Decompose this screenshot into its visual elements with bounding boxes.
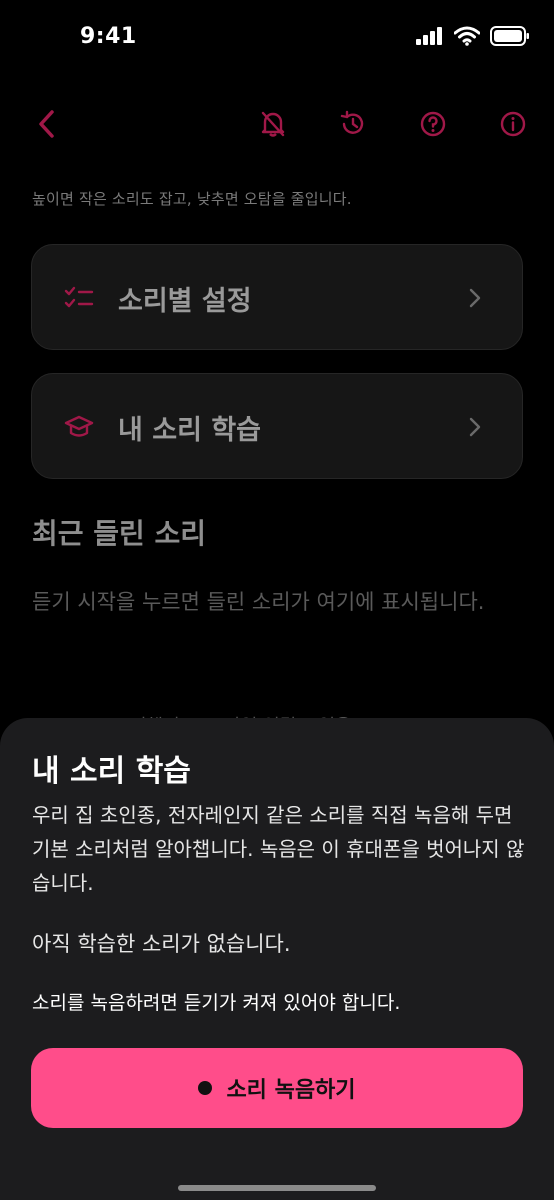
sound-settings-card[interactable]: 소리별 설정 [31,244,523,350]
cellular-signal-icon [416,27,442,45]
my-sound-training-card[interactable]: 내 소리 학습 [31,373,523,479]
checklist-icon [64,286,94,308]
chevron-right-icon [469,417,481,437]
card-label: 내 소리 학습 [118,415,261,446]
status-icons [416,26,530,46]
sheet-title: 내 소리 학습 [32,754,191,789]
status-time: 9:41 [80,24,137,49]
listening-required-notice: 소리를 녹음하려면 듣기가 켜져 있어야 합니다. [32,992,401,1014]
top-nav [0,102,554,146]
help-button[interactable] [411,102,455,146]
sheet-description: 우리 집 초인종, 전자레인지 같은 소리를 직접 녹음해 두면 기본 소리처럼… [32,803,525,895]
recent-sounds-empty: 듣기 시작을 누르면 들린 소리가 여기에 표시됩니다. [32,590,485,614]
record-dot-icon [198,1081,213,1095]
wifi-icon [454,26,480,46]
record-sound-button[interactable]: 소리 녹음하기 [31,1048,523,1128]
info-button[interactable] [491,102,535,146]
home-indicator[interactable] [178,1185,376,1191]
graduation-cap-icon [64,415,94,437]
recent-sounds-title: 최근 들린 소리 [32,517,207,550]
history-button[interactable] [331,102,375,146]
sensitivity-hint: 높이면 작은 소리도 잡고, 낮추면 오탐을 줄입니다. [32,190,352,208]
chevron-left-icon [39,110,54,138]
bell-off-icon [261,111,285,137]
history-icon [340,110,364,134]
info-icon [500,111,526,137]
mute-alerts-button[interactable] [251,102,295,146]
bottom-sheet: 내 소리 학습 우리 집 초인종, 전자레인지 같은 소리를 직접 녹음해 두면… [0,718,554,1200]
card-label: 소리별 설정 [118,286,252,317]
help-icon [420,111,446,137]
record-button-label: 소리 녹음하기 [226,1078,356,1103]
chevron-right-icon [469,288,481,308]
battery-icon [490,26,529,46]
back-button[interactable] [24,102,68,146]
status-bar: 9:41 [0,0,554,80]
no-trained-sounds: 아직 학습한 소리가 없습니다. [32,932,291,956]
